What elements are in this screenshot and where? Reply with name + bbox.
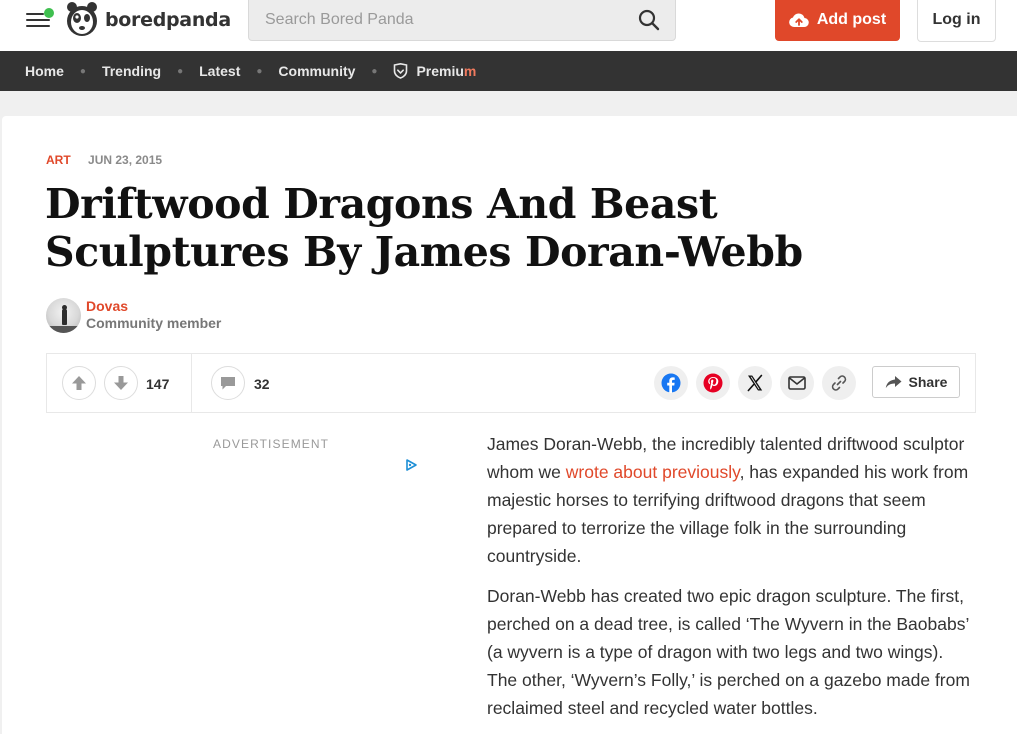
avatar[interactable] — [46, 297, 81, 333]
share-button[interactable]: Share — [872, 366, 960, 398]
email-share-button[interactable] — [780, 366, 814, 400]
action-divider — [191, 354, 192, 412]
author-role: Community member — [86, 315, 222, 331]
nav-item-community[interactable]: Community — [278, 63, 355, 79]
login-button[interactable]: Log in — [917, 0, 996, 42]
article-paragraph: James Doran-Webb, the incredibly talente… — [487, 430, 975, 570]
copy-link-button[interactable] — [822, 366, 856, 400]
premium-label-main: Premiu — [416, 63, 464, 79]
nav-separator: ● — [371, 65, 378, 77]
upvote-button[interactable] — [62, 366, 96, 400]
email-icon — [788, 376, 806, 390]
facebook-share-button[interactable] — [654, 366, 688, 400]
top-header: boredpanda Add post Log in — [0, 0, 1017, 51]
article-title: Driftwood Dragons And Beast Sculptures B… — [45, 180, 803, 276]
article-card: ART JUN 23, 2015 Driftwood Dragons And B… — [2, 116, 1017, 734]
add-post-button[interactable]: Add post — [775, 0, 900, 41]
comments-button[interactable] — [211, 366, 245, 400]
x-twitter-icon — [747, 374, 763, 392]
share-arrow-icon — [885, 376, 902, 388]
comment-count: 32 — [254, 376, 270, 392]
panda-logo-icon — [67, 2, 97, 36]
nav-separator: ● — [256, 65, 263, 77]
add-post-label: Add post — [816, 10, 887, 28]
nav-item-home[interactable]: Home — [25, 63, 64, 79]
hamburger-menu-icon[interactable] — [26, 8, 54, 31]
arrow-up-icon — [72, 376, 86, 390]
facebook-icon — [661, 373, 681, 393]
x-share-button[interactable] — [738, 366, 772, 400]
share-label: Share — [908, 374, 948, 390]
article-body: James Doran-Webb, the incredibly talente… — [487, 430, 975, 734]
comment-bubble-icon — [221, 376, 235, 389]
arrow-down-icon — [114, 376, 128, 390]
notification-dot — [44, 8, 54, 18]
article-meta: ART JUN 23, 2015 — [46, 153, 162, 167]
pinterest-share-button[interactable] — [696, 366, 730, 400]
nav-item-premium[interactable]: Premiu m — [393, 63, 476, 79]
nav-item-trending[interactable]: Trending — [102, 63, 161, 79]
ad-choices-icon[interactable] — [404, 458, 418, 472]
premium-label-accent: m — [463, 63, 477, 79]
login-label: Log in — [932, 11, 981, 28]
logo[interactable]: boredpanda — [65, 0, 231, 40]
action-bar: 147 32 Share — [46, 353, 976, 413]
nav-separator: ● — [79, 65, 86, 77]
vote-count: 147 — [146, 376, 170, 392]
downvote-button[interactable] — [104, 366, 138, 400]
previous-article-link[interactable]: wrote about previously — [566, 462, 740, 482]
author-name[interactable]: Dovas — [86, 298, 221, 315]
search-bar[interactable] — [248, 0, 676, 41]
pinterest-icon — [703, 373, 723, 393]
search-icon[interactable] — [637, 8, 661, 32]
cloud-upload-icon — [789, 12, 809, 27]
author-block[interactable]: Dovas Community member — [46, 297, 221, 333]
logo-text: boredpanda — [105, 9, 231, 31]
publish-date: JUN 23, 2015 — [88, 153, 163, 167]
shield-icon — [394, 63, 408, 79]
link-icon — [831, 375, 847, 391]
category-link[interactable]: ART — [46, 153, 71, 167]
nav-item-latest[interactable]: Latest — [199, 63, 240, 79]
search-input[interactable] — [265, 9, 625, 31]
main-nav: Home ● Trending ● Latest ● Community ● P… — [0, 51, 1017, 91]
advertisement-label: ADVERTISEMENT — [213, 437, 330, 451]
nav-separator: ● — [177, 65, 184, 77]
article-paragraph: Doran-Webb has created two epic dragon s… — [487, 586, 970, 718]
